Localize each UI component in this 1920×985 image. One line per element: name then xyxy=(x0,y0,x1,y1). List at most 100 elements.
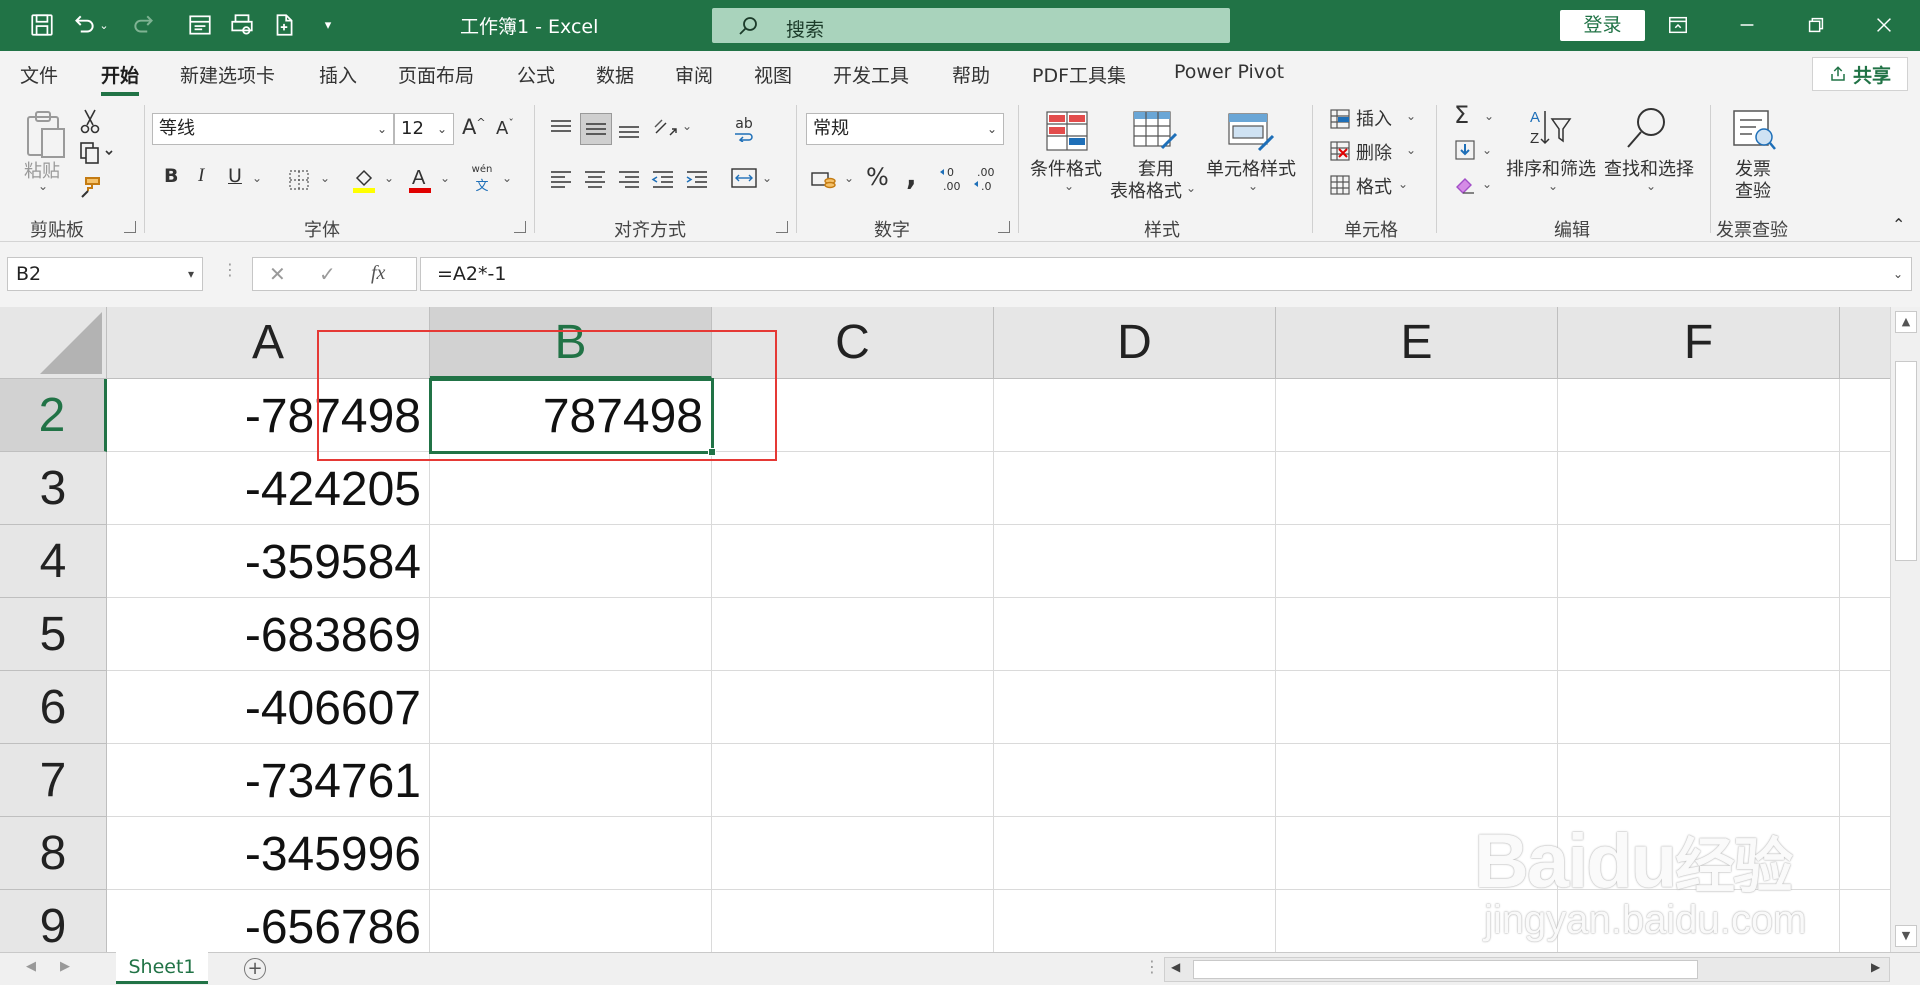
wrap-text-icon[interactable]: ab xyxy=(728,113,760,145)
cell-b7[interactable] xyxy=(430,744,712,817)
align-center-icon[interactable] xyxy=(580,165,610,193)
row-header-2[interactable]: 2 xyxy=(0,379,107,452)
find-select-icon[interactable] xyxy=(1622,103,1672,153)
tab-insert[interactable]: 插入 xyxy=(319,61,357,88)
cell-styles-dropdown-icon[interactable]: ⌄ xyxy=(1248,179,1258,193)
cell-a6[interactable]: -406607 xyxy=(107,671,430,744)
ribbon-display-options-icon[interactable] xyxy=(1658,8,1698,42)
alignment-launcher-icon[interactable] xyxy=(776,221,788,233)
tab-file[interactable]: 文件 xyxy=(20,61,58,88)
cell-b8[interactable] xyxy=(430,817,712,890)
customize-qat-icon[interactable]: ▾ xyxy=(310,10,346,40)
scroll-right-icon[interactable]: ▶ xyxy=(1871,960,1880,974)
row-header-8[interactable]: 8 xyxy=(0,817,107,890)
cell-e6[interactable] xyxy=(1276,671,1558,744)
cell-b3[interactable] xyxy=(430,452,712,525)
tab-view[interactable]: 视图 xyxy=(754,61,792,88)
cell-e3[interactable] xyxy=(1276,452,1558,525)
cell-b9[interactable] xyxy=(430,890,712,952)
cell-e5[interactable] xyxy=(1276,598,1558,671)
paste-dropdown-icon[interactable]: ⌄ xyxy=(38,179,48,193)
cell-styles-icon[interactable] xyxy=(1224,107,1278,155)
cell-c8[interactable] xyxy=(712,817,994,890)
vertical-scroll-thumb[interactable] xyxy=(1895,361,1917,561)
cell-f2[interactable] xyxy=(1558,379,1840,452)
cell-b4[interactable] xyxy=(430,525,712,598)
comma-style-icon[interactable]: , xyxy=(906,159,917,192)
add-sheet-button[interactable]: + xyxy=(244,958,266,980)
formula-input[interactable]: =A2*-1 ⌄ xyxy=(420,257,1912,291)
format-cells-dropdown-icon[interactable]: ⌄ xyxy=(1398,177,1408,191)
font-color-icon[interactable]: A xyxy=(406,163,434,195)
accounting-dropdown-icon[interactable]: ⌄ xyxy=(844,171,854,185)
row-header-3[interactable]: 3 xyxy=(0,452,107,525)
cell-a5[interactable]: -683869 xyxy=(107,598,430,671)
save-icon[interactable] xyxy=(24,10,60,40)
horizontal-scroll-thumb[interactable] xyxy=(1193,960,1698,979)
row-header-5[interactable]: 5 xyxy=(0,598,107,671)
cell-f5[interactable] xyxy=(1558,598,1840,671)
number-launcher-icon[interactable] xyxy=(998,221,1010,233)
sort-filter-dropdown-icon[interactable]: ⌄ xyxy=(1548,179,1558,193)
paste-icon[interactable] xyxy=(18,105,74,165)
phonetic-guide-icon[interactable]: wén 文 xyxy=(466,163,498,195)
cell-d9[interactable] xyxy=(994,890,1276,952)
cell-e4[interactable] xyxy=(1276,525,1558,598)
cell-c5[interactable] xyxy=(712,598,994,671)
cell-a3[interactable]: -424205 xyxy=(107,452,430,525)
orientation-icon[interactable] xyxy=(650,113,680,143)
fill-color-icon[interactable] xyxy=(350,165,378,195)
decrease-font-icon[interactable]: Aˇ xyxy=(496,117,514,139)
column-header-f[interactable]: F xyxy=(1558,307,1840,379)
cancel-entry-icon[interactable]: ✕ xyxy=(269,262,286,286)
autosum-icon[interactable]: Σ xyxy=(1454,101,1469,129)
align-bottom-icon[interactable] xyxy=(614,115,644,143)
cell-f6[interactable] xyxy=(1558,671,1840,744)
delete-cells-icon[interactable] xyxy=(1328,139,1352,163)
copy-icon[interactable] xyxy=(76,139,116,167)
close-icon[interactable] xyxy=(1864,8,1904,42)
undo-dropdown-icon[interactable]: ⌄ xyxy=(96,10,112,40)
accounting-format-icon[interactable] xyxy=(808,165,840,193)
cell-b6[interactable] xyxy=(430,671,712,744)
login-button[interactable]: 登录 xyxy=(1560,10,1645,41)
cell-d5[interactable] xyxy=(994,598,1276,671)
tab-new-tab[interactable]: 新建选项卡 xyxy=(180,61,275,88)
fill-dropdown-icon[interactable]: ⌄ xyxy=(1482,143,1492,157)
clipboard-launcher-icon[interactable] xyxy=(124,221,136,233)
cell-d3[interactable] xyxy=(994,452,1276,525)
format-as-table-dropdown-icon[interactable]: ⌄ xyxy=(1186,181,1196,195)
increase-indent-icon[interactable] xyxy=(682,165,712,193)
clear-dropdown-icon[interactable]: ⌄ xyxy=(1482,177,1492,191)
print-preview-icon[interactable] xyxy=(224,10,260,40)
bold-icon[interactable]: B xyxy=(164,165,178,187)
font-size-select[interactable]: 12 ⌄ xyxy=(394,113,454,145)
cell-f7[interactable] xyxy=(1558,744,1840,817)
font-name-select[interactable]: 等线 ⌄ xyxy=(152,113,394,145)
scroll-up-icon[interactable]: ▲ xyxy=(1895,311,1917,333)
align-right-icon[interactable] xyxy=(614,165,644,193)
minimize-icon[interactable] xyxy=(1727,8,1767,42)
cell-a9[interactable]: -656786 xyxy=(107,890,430,952)
tab-split-grip-icon[interactable]: ⋮ xyxy=(1144,957,1160,976)
font-color-dropdown-icon[interactable]: ⌄ xyxy=(440,171,450,185)
cell-f4[interactable] xyxy=(1558,525,1840,598)
export-pdf-icon[interactable] xyxy=(266,10,302,40)
insert-function-icon[interactable]: fx xyxy=(371,262,385,285)
borders-icon[interactable] xyxy=(286,167,312,193)
search-box[interactable]: 搜索 xyxy=(712,8,1230,43)
tab-page-layout[interactable]: 页面布局 xyxy=(398,61,474,88)
prev-sheet-icon[interactable]: ◀ xyxy=(26,959,36,974)
column-header-d[interactable]: D xyxy=(994,307,1276,379)
cell-c6[interactable] xyxy=(712,671,994,744)
restore-icon[interactable] xyxy=(1796,8,1836,42)
format-cells-icon[interactable] xyxy=(1328,173,1352,197)
share-button[interactable]: 共享 xyxy=(1812,57,1908,91)
percent-icon[interactable]: % xyxy=(866,163,889,191)
insert-cells-icon[interactable] xyxy=(1328,107,1352,131)
italic-icon[interactable]: I xyxy=(198,165,204,187)
align-top-icon[interactable] xyxy=(546,115,576,143)
column-header-e[interactable]: E xyxy=(1276,307,1558,379)
align-middle-icon[interactable] xyxy=(580,113,612,145)
fill-color-dropdown-icon[interactable]: ⌄ xyxy=(384,171,394,185)
